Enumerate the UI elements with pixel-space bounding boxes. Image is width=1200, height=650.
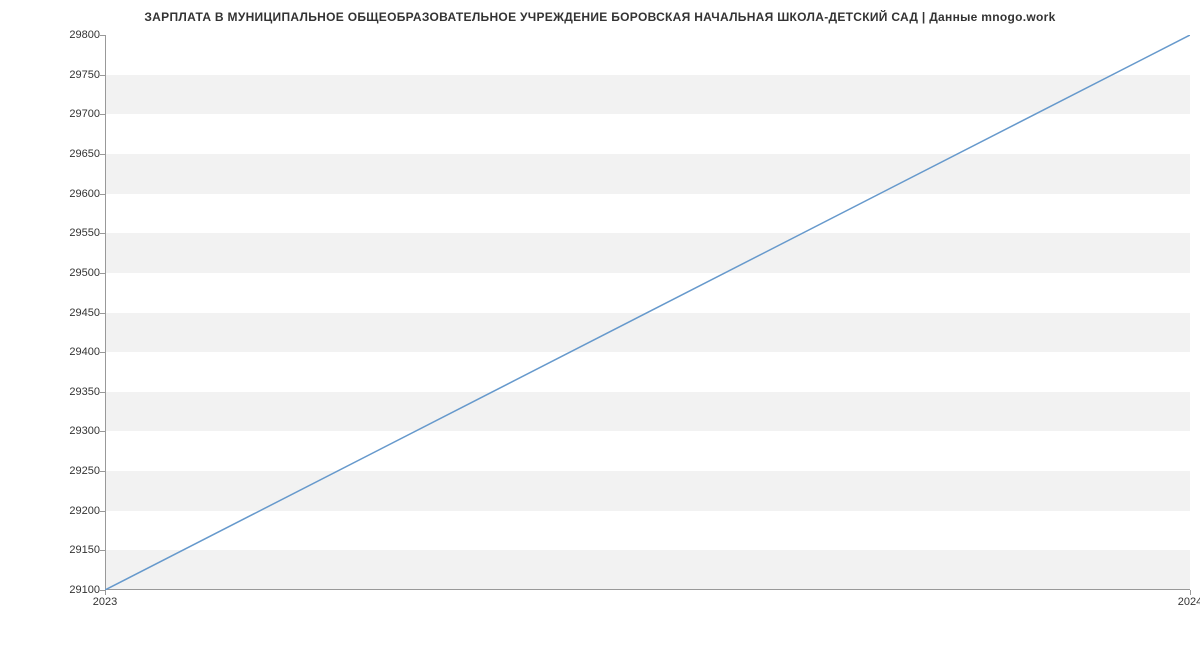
x-tick-mark [1190,590,1191,595]
grid-band [105,75,1190,115]
y-tick-label: 29150 [50,544,100,556]
x-tick-label: 2023 [93,596,117,608]
x-tick-mark [105,590,106,595]
chart-container: ЗАРПЛАТА В МУНИЦИПАЛЬНОЕ ОБЩЕОБРАЗОВАТЕЛ… [0,0,1200,650]
y-axis-line [105,35,106,590]
y-tick-label: 29750 [50,69,100,81]
y-tick-label: 29800 [50,29,100,41]
plot-area [105,35,1190,590]
y-tick-mark [100,233,105,234]
y-tick-mark [100,114,105,115]
y-tick-mark [100,35,105,36]
y-tick-mark [100,273,105,274]
grid-band [105,233,1190,273]
y-tick-label: 29700 [50,108,100,120]
x-tick-label: 2024 [1178,596,1200,608]
y-tick-mark [100,471,105,472]
y-tick-mark [100,550,105,551]
y-tick-mark [100,194,105,195]
y-tick-label: 29400 [50,346,100,358]
y-tick-label: 29500 [50,267,100,279]
chart-title: ЗАРПЛАТА В МУНИЦИПАЛЬНОЕ ОБЩЕОБРАЗОВАТЕЛ… [0,0,1200,24]
y-tick-mark [100,511,105,512]
y-tick-mark [100,313,105,314]
y-tick-label: 29600 [50,188,100,200]
y-tick-label: 29350 [50,386,100,398]
y-tick-mark [100,352,105,353]
y-tick-mark [100,431,105,432]
y-tick-label: 29100 [50,584,100,596]
y-tick-label: 29300 [50,425,100,437]
grid-band [105,471,1190,511]
grid-band [105,392,1190,432]
y-tick-mark [100,154,105,155]
y-tick-label: 29200 [50,505,100,517]
y-tick-label: 29250 [50,465,100,477]
y-tick-label: 29450 [50,307,100,319]
y-tick-label: 29550 [50,227,100,239]
grid-band [105,550,1190,590]
y-tick-label: 29650 [50,148,100,160]
grid-band [105,313,1190,353]
grid-band [105,154,1190,194]
y-tick-mark [100,392,105,393]
x-axis-line [105,589,1190,590]
y-tick-mark [100,75,105,76]
